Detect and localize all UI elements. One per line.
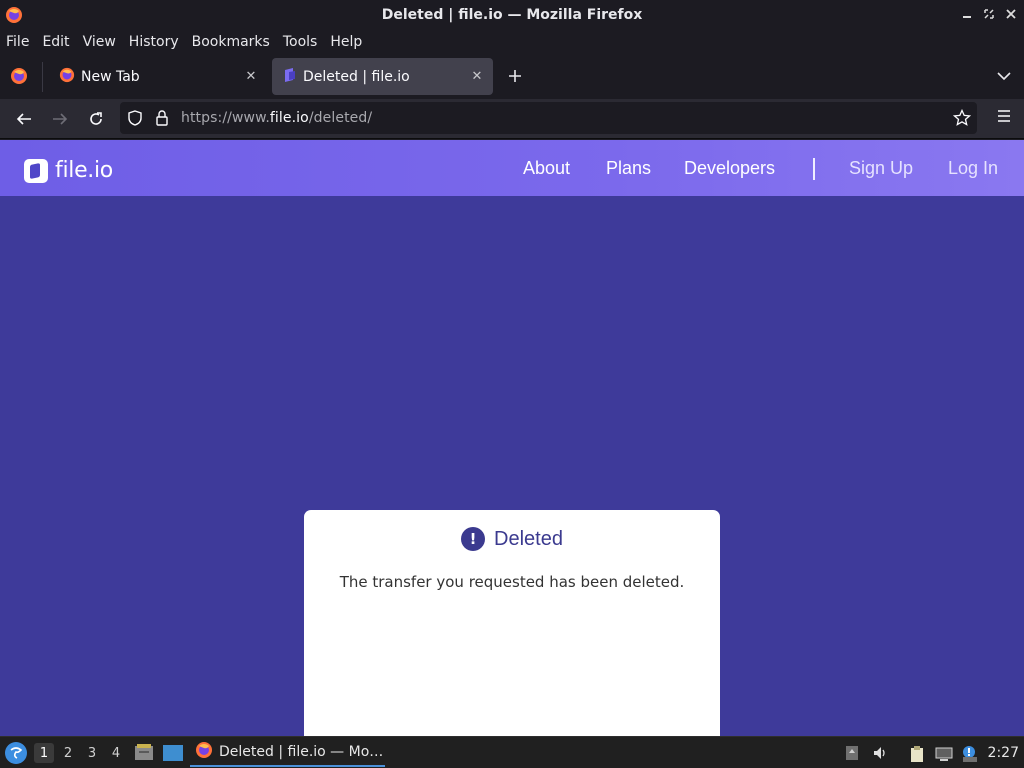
navigation-toolbar: https://www.file.io/deleted/ [0, 99, 1024, 139]
list-all-tabs-chevron-down-icon[interactable] [994, 66, 1014, 86]
url-bar[interactable]: https://www.file.io/deleted/ [120, 102, 977, 134]
firefox-icon [59, 67, 75, 87]
nav-developers-link[interactable]: Developers [684, 158, 775, 179]
menu-view[interactable]: View [83, 34, 122, 50]
close-tab-icon[interactable]: ✕ [469, 68, 485, 84]
nav-divider [813, 158, 815, 180]
clipboard-icon[interactable] [908, 745, 924, 762]
firefox-icon [195, 741, 213, 763]
network-icon[interactable] [935, 745, 953, 761]
tab-separator [42, 62, 43, 92]
menu-tools[interactable]: Tools [283, 34, 324, 50]
web-page: file.io About Plans Developers Sign Up L… [0, 140, 1024, 736]
clock[interactable]: 2:27 [988, 745, 1019, 761]
usb-eject-icon[interactable] [844, 745, 860, 761]
tab-label: New Tab [81, 68, 140, 85]
reload-icon[interactable] [84, 107, 108, 131]
bookmark-star-icon[interactable] [952, 108, 972, 131]
fileio-favicon-icon [283, 67, 297, 87]
desktop-icon[interactable] [162, 744, 184, 766]
site-logo[interactable]: file.io [24, 158, 113, 183]
firefox-icon [5, 6, 23, 28]
menu-edit[interactable]: Edit [42, 34, 75, 50]
firefox-view-icon[interactable] [10, 67, 28, 89]
taskbar: 1 2 3 4 Deleted | file.io — Mo… 2:27 [0, 736, 1024, 768]
nav-about-link[interactable]: About [523, 158, 570, 179]
workspace-4[interactable]: 4 [106, 743, 126, 763]
card-heading: ! Deleted [304, 527, 720, 551]
deleted-card: ! Deleted The transfer you requested has… [304, 510, 720, 736]
taskbar-firefox-window[interactable]: Deleted | file.io — Mo… [190, 739, 385, 767]
exclamation-circle-icon: ! [461, 527, 486, 551]
workspace-1[interactable]: 1 [34, 743, 54, 763]
menu-file[interactable]: File [6, 34, 35, 50]
menu-history[interactable]: History [129, 34, 185, 50]
minimize-button[interactable] [960, 6, 974, 22]
maximize-button[interactable] [982, 6, 996, 22]
nav-sign-up-link[interactable]: Sign Up [849, 158, 913, 179]
menu-help[interactable]: Help [330, 34, 368, 50]
url-text[interactable]: https://www.file.io/deleted/ [181, 110, 372, 126]
file-manager-icon[interactable] [134, 743, 154, 765]
close-window-button[interactable] [1004, 6, 1018, 22]
window-titlebar: Deleted | file.io — Mozilla Firefox [0, 0, 1024, 29]
menu-bookmarks[interactable]: Bookmarks [192, 34, 276, 50]
menu-bar: File Edit View History Bookmarks Tools H… [0, 29, 1024, 54]
nav-plans-link[interactable]: Plans [606, 158, 651, 179]
volume-icon[interactable] [872, 745, 888, 761]
site-header: file.io About Plans Developers Sign Up L… [0, 140, 1024, 196]
workspace-2[interactable]: 2 [58, 743, 78, 763]
tab-new-tab[interactable]: New Tab ✕ [48, 58, 267, 95]
tab-strip: New Tab ✕ Deleted | file.io ✕ [0, 54, 1024, 99]
new-tab-plus-icon[interactable] [503, 64, 527, 88]
window-title: Deleted | file.io — Mozilla Firefox [381, 6, 643, 23]
nav-log-in-link[interactable]: Log In [948, 158, 998, 179]
forward-arrow-icon[interactable] [48, 107, 72, 131]
fileio-logo-icon [24, 158, 48, 183]
notification-icon[interactable] [960, 745, 977, 762]
card-title: Deleted [494, 527, 563, 550]
workspace-3[interactable]: 3 [82, 743, 102, 763]
close-tab-icon[interactable]: ✕ [243, 68, 259, 84]
start-menu-icon[interactable] [5, 742, 27, 764]
tab-label: Deleted | file.io [303, 68, 410, 85]
tracking-protection-shield-icon[interactable] [127, 110, 143, 130]
tab-deleted-fileio[interactable]: Deleted | file.io ✕ [272, 58, 493, 95]
logo-wordmark: file.io [55, 158, 113, 183]
lock-icon[interactable] [155, 110, 169, 130]
back-arrow-icon[interactable] [12, 107, 36, 131]
hamburger-menu-icon[interactable] [996, 108, 1012, 127]
taskbar-app-label: Deleted | file.io — Mo… [219, 744, 384, 760]
card-message: The transfer you requested has been dele… [339, 573, 685, 591]
